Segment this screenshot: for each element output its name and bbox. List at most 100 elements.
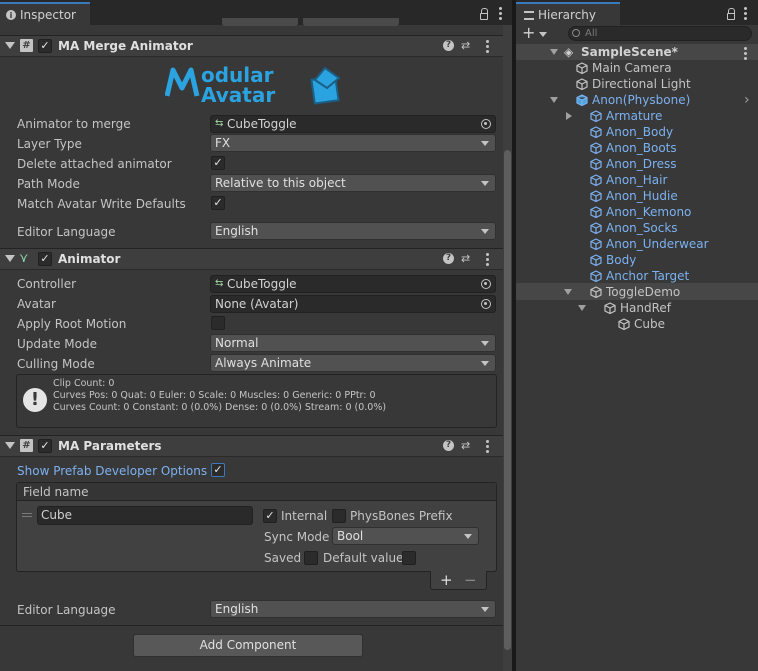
hierarchy-item[interactable]: Anon_Hudie [516,188,758,204]
internal-checkbox[interactable] [263,509,277,523]
add-component-button[interactable]: Add Component [133,634,363,657]
foldout-arrow-icon[interactable] [550,49,558,55]
ma-merge-enabled-checkbox[interactable] [38,39,52,53]
kebab-icon[interactable] [744,47,747,60]
match-write-defaults-checkbox[interactable] [211,196,225,210]
help-icon[interactable]: ? [443,253,454,264]
show-prefab-dev-options-label: Show Prefab Developer Options [17,464,208,478]
controller-field[interactable]: ⇆ CubeToggle [210,275,496,293]
gameobject-icon [604,302,616,315]
foldout-arrow-icon[interactable] [5,255,15,262]
hierarchy-item[interactable]: Anon(Physbone) › [516,92,758,108]
add-parameter-button[interactable]: + [440,571,453,589]
sync-mode-dropdown[interactable]: Bool [332,527,479,545]
kebab-icon[interactable] [744,7,747,20]
apply-root-motion-checkbox[interactable] [211,316,225,330]
ma-parameters-header[interactable]: # MA Parameters ? ⇄ [0,435,503,457]
hierarchy-item-label: Body [606,253,637,267]
help-icon[interactable]: ? [443,440,454,451]
kebab-icon[interactable] [499,7,502,20]
hierarchy-item[interactable]: Anon_Body [516,124,758,140]
update-mode-label: Update Mode [17,337,97,351]
help-icon[interactable]: ? [443,40,454,51]
remove-parameter-button[interactable]: − [464,571,477,589]
toolbar-stub-1 [222,18,298,26]
hierarchy-item[interactable]: Anon_Boots [516,140,758,156]
foldout-arrow-icon[interactable] [578,305,586,311]
kebab-icon[interactable] [486,253,489,266]
toolbar-stub-2 [303,18,399,26]
hierarchy-item[interactable]: Anon_Underwear [516,236,758,252]
match-write-defaults-label: Match Avatar Write Defaults [17,197,186,211]
hierarchy-item[interactable]: Anon_Hair [516,172,758,188]
hierarchy-item[interactable]: Body [516,252,758,268]
animator-info-box: ! Clip Count: 0 Curves Pos: 0 Quat: 0 Eu… [16,374,497,428]
prefab-icon [590,254,602,267]
avatar-field[interactable]: None (Avatar) [210,295,496,313]
animator-header[interactable]: ⋎ Animator ? ⇄ [0,248,503,270]
hierarchy-item[interactable]: Anon_Socks [516,220,758,236]
create-button[interactable]: + [522,25,535,41]
hierarchy-item[interactable]: Armature [516,108,758,124]
hierarchy-item[interactable]: ToggleDemo [516,284,758,300]
animator-to-merge-field[interactable]: ⇆ CubeToggle [210,115,496,133]
default-value-label: Default value [323,551,404,565]
tab-inspector-label: Inspector [20,8,76,22]
hierarchy-item[interactable]: Anon_Dress [516,156,758,172]
params-editor-language-dropdown[interactable]: English [210,600,496,618]
lock-icon[interactable] [727,8,735,20]
saved-checkbox[interactable] [304,551,318,565]
sync-mode-label: Sync Mode [264,530,330,544]
hierarchy-item-label: Anon(Physbone) [592,93,691,107]
culling-mode-dropdown[interactable]: Always Animate [210,354,496,372]
hierarchy-item-label: Anon_Underwear [606,237,709,251]
default-value-checkbox[interactable] [402,551,416,565]
internal-label: Internal [281,509,328,523]
tab-inspector[interactable]: i Inspector [0,2,90,26]
hierarchy-item[interactable]: Anchor Target [516,268,758,284]
hierarchy-item[interactable]: Cube [516,316,758,332]
object-picker-icon[interactable] [481,119,491,129]
foldout-arrow-icon[interactable] [550,97,558,103]
object-picker-icon[interactable] [481,279,491,289]
drag-handle-icon[interactable] [22,513,32,514]
editor-language-dropdown[interactable]: English [210,222,496,240]
settings-sliders-icon[interactable]: ⇄ [461,252,470,265]
kebab-icon[interactable] [486,440,489,453]
settings-sliders-icon[interactable]: ⇄ [461,439,470,452]
show-prefab-dev-options-checkbox[interactable] [211,463,225,477]
chevron-down-icon[interactable] [539,32,547,37]
info-icon: i [6,10,16,20]
prefab-icon [590,190,602,203]
parameters-list: Field name Cube Internal PhysBones Prefi… [16,482,497,572]
parameter-name-input[interactable]: Cube [37,506,253,525]
lock-icon[interactable] [480,8,488,20]
object-picker-icon[interactable] [481,299,491,309]
chevron-right-icon[interactable]: › [744,92,750,108]
hierarchy-search-input[interactable]: All [568,26,752,41]
path-mode-dropdown[interactable]: Relative to this object [210,174,496,192]
prefab-icon [590,174,602,187]
hierarchy-item[interactable]: HandRef [516,300,758,316]
layer-type-dropdown[interactable]: FX [210,134,496,152]
animator-controller-icon: ⇆ [215,118,224,129]
delete-attached-animator-checkbox[interactable] [211,156,225,170]
kebab-icon[interactable] [486,40,489,53]
ma-merge-animator-header[interactable]: # MA Merge Animator ? ⇄ [0,35,503,57]
ma-parameters-enabled-checkbox[interactable] [38,439,52,453]
update-mode-dropdown[interactable]: Normal [210,334,496,352]
hierarchy-item[interactable]: Anon_Kemono [516,204,758,220]
physbones-prefix-checkbox[interactable] [332,509,346,523]
hierarchy-item[interactable]: Main Camera [516,60,758,76]
inspector-scrollbar-thumb[interactable] [504,150,511,650]
hierarchy-item[interactable]: Directional Light [516,76,758,92]
hierarchy-item-label: Main Camera [592,61,672,75]
foldout-arrow-icon[interactable] [5,42,15,49]
animator-enabled-checkbox[interactable] [38,252,52,266]
hierarchy-item-label: Anon_Hudie [606,189,678,203]
settings-sliders-icon[interactable]: ⇄ [461,39,470,52]
scene-row[interactable]: ◈ SampleScene* [516,44,758,60]
chevron-right-icon[interactable] [566,112,572,120]
foldout-arrow-icon[interactable] [564,289,572,295]
foldout-arrow-icon[interactable] [5,442,15,449]
